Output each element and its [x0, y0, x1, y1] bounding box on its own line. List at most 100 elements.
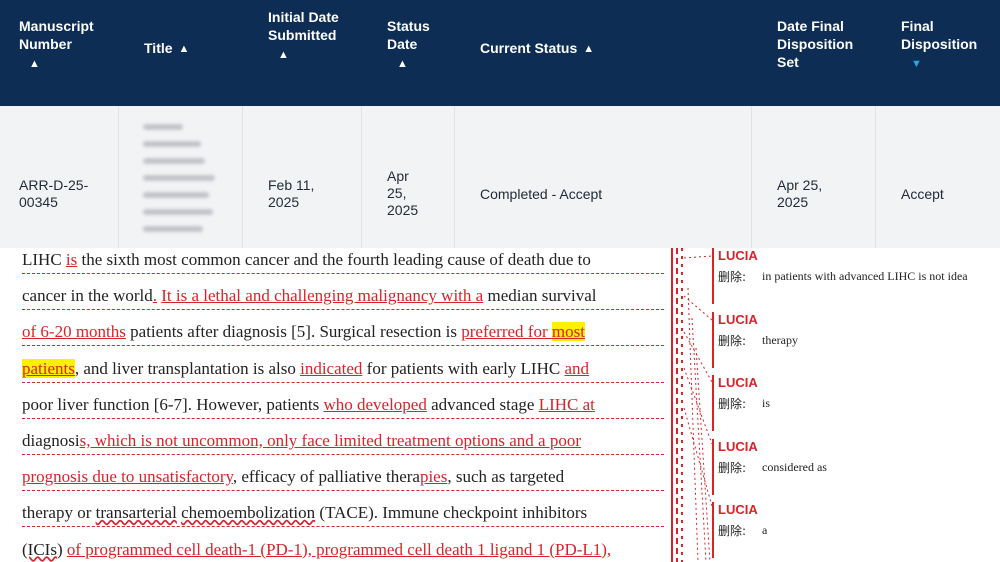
body-text: (TACE). Immune checkpoint inhibitors: [315, 503, 588, 523]
comments-pane: LUCIA 删除: in patients with advanced LIHC i…: [712, 248, 1000, 562]
inserted-text: who developed: [323, 394, 427, 414]
sort-up-icon: ▲: [178, 43, 190, 55]
current-status: Completed - Accept: [480, 186, 603, 202]
col-final-disposition[interactable]: Final Disposition ▼: [901, 17, 991, 73]
comment-bar: [712, 311, 714, 368]
cell-initial-date: Feb 11, 2025: [243, 106, 362, 248]
comment-text: a: [762, 523, 768, 537]
initial-date-submitted: Feb 11, 2025: [268, 177, 315, 210]
blurred-title: [143, 124, 215, 243]
comment-text: considered as: [762, 459, 827, 474]
comment-author: LUCIA: [718, 438, 758, 454]
body-text: , and liver transplantation is also: [74, 358, 301, 378]
comment-author: LUCIA: [718, 311, 758, 327]
sort-up-icon: ▲: [278, 49, 289, 61]
inserted-text: of programmed cell death-1 (PD-1), progr…: [66, 539, 612, 559]
manuscript-table: Manuscript Number ▲ Title ▲ Initial Date …: [0, 0, 1000, 248]
col-header-label: Date Final Disposition Set: [777, 18, 854, 70]
comment-bar: [712, 502, 714, 558]
comment-kind: 删除:: [718, 270, 747, 284]
col-current-status[interactable]: Current Status ▲: [480, 39, 640, 58]
final-disposition: Accept: [901, 186, 944, 202]
change-dotted-rule: [22, 454, 664, 455]
col-title[interactable]: Title ▲: [144, 39, 234, 58]
inserted-text: and: [564, 358, 590, 378]
col-final-disposition-date[interactable]: Date Final Disposition Set: [777, 17, 872, 71]
inserted-text: 6-20 months: [40, 322, 126, 342]
cell-title: [119, 106, 243, 248]
comment-kind: 删除:: [718, 524, 747, 538]
comment-text: is: [762, 396, 771, 410]
manuscript-number[interactable]: ARR-D-25-00345: [19, 177, 99, 211]
comment-card[interactable]: LUCIA 删除: therapy: [712, 311, 1000, 372]
spellcheck-text: transarterial: [95, 503, 177, 523]
change-dotted-rule: [22, 526, 664, 528]
inserted-text: pies: [419, 467, 448, 487]
body-text: LIHC: [22, 250, 66, 269]
change-dotted-rule: [22, 345, 664, 347]
col-status-date[interactable]: Status Date ▲: [387, 17, 442, 73]
inserted-text: LIHC at: [538, 394, 595, 414]
body-text: , efficacy of palliative thera: [232, 467, 420, 487]
body-text: median survival: [483, 286, 597, 306]
tracked-changes-document: LIHC is the sixth most common cancer and…: [0, 248, 668, 562]
body-text: therapy or: [22, 503, 96, 523]
status-date: Apr 25, 2025: [387, 168, 419, 218]
table-header: Manuscript Number ▲ Title ▲ Initial Date …: [0, 0, 1000, 106]
col-header-label: Status Date: [387, 18, 430, 52]
col-header-label: Current Status: [480, 40, 578, 56]
comment-bar: [712, 438, 714, 495]
body-text: advanced stage: [426, 394, 539, 414]
document-line: poor liver function [6-7]. However, pati…: [22, 395, 595, 415]
inserted-text: of: [22, 322, 41, 342]
change-bars: [668, 248, 712, 562]
change-dotted-rule: [22, 417, 664, 419]
body-text: for patients with early LIHC: [362, 358, 565, 378]
comment-kind: 删除:: [718, 333, 747, 348]
body-text: cancer in the world: [22, 286, 153, 306]
comment-card[interactable]: LUCIA 删除: is: [712, 375, 1000, 435]
change-dotted-rule: [22, 490, 664, 492]
col-initial-date[interactable]: Initial Date Submitted ▲: [268, 8, 353, 64]
table-row[interactable]: ARR-D-25-00345 Feb 11, 2025 Apr 25, 2025…: [0, 106, 1000, 248]
document-line: prognosis due to unsatisfactory, efficac…: [22, 467, 564, 487]
col-manuscript-number[interactable]: Manuscript Number ▲: [19, 17, 129, 73]
sort-up-icon: ▲: [397, 58, 408, 70]
col-header-label: Initial Date Submitted: [268, 9, 339, 43]
spellcheck-text: chemoembolization: [181, 503, 316, 523]
cell-current-status: Completed - Accept: [455, 106, 752, 248]
inserted-text: indicated: [300, 358, 363, 378]
sort-up-icon: ▲: [29, 58, 40, 70]
inserted-text: preferred for: [461, 322, 552, 342]
body-text: , such as targeted: [447, 467, 565, 487]
sort-up-icon: ▲: [583, 43, 595, 55]
spellcheck-text: (ICIs: [22, 539, 57, 559]
comment-card[interactable]: LUCIA 删除: in patients with advanced LIHC i…: [712, 248, 1000, 308]
body-text: patients after diagnosis [5]. Surgical r…: [125, 322, 462, 342]
document-line: (ICIs) of programmed cell death-1 (PD-1)…: [22, 540, 611, 560]
cell-final-disposition: Accept: [876, 106, 1000, 248]
cell-manuscript-number: ARR-D-25-00345: [0, 106, 119, 248]
body-text: the sixth most common cancer and the fou…: [77, 250, 591, 269]
comment-card[interactable]: LUCIA 删除: considered as: [712, 438, 1000, 499]
comment-text: therapy: [762, 332, 798, 347]
col-header-label: Manuscript Number: [19, 18, 94, 52]
document-line: diagnosis, which is not uncommon, only f…: [22, 431, 581, 451]
comment-bar: [712, 375, 714, 431]
change-dotted-rule: [22, 381, 664, 383]
highlighted-text: patients: [22, 358, 75, 378]
col-header-label: Title: [144, 40, 173, 56]
inserted-text: prognosis due to unsatisfactory: [22, 467, 233, 487]
comment-card[interactable]: LUCIA 删除: a: [712, 502, 1000, 562]
comment-author: LUCIA: [718, 248, 758, 263]
change-dotted-rule: [22, 273, 664, 274]
document-line: patients, and liver transplantation is a…: [22, 358, 590, 379]
cell-final-disposition-date: Apr 25, 2025: [752, 106, 876, 248]
body-text: diagnosi: [22, 431, 80, 450]
comment-text: in patients with advanced LIHC is not id…: [762, 269, 968, 283]
comment-kind: 删除:: [718, 397, 747, 411]
sort-down-icon: ▼: [911, 58, 922, 70]
comment-bar: [712, 248, 714, 304]
comment-author: LUCIA: [718, 502, 758, 517]
document-line: therapy or transarterial chemoembolizati…: [22, 503, 587, 523]
